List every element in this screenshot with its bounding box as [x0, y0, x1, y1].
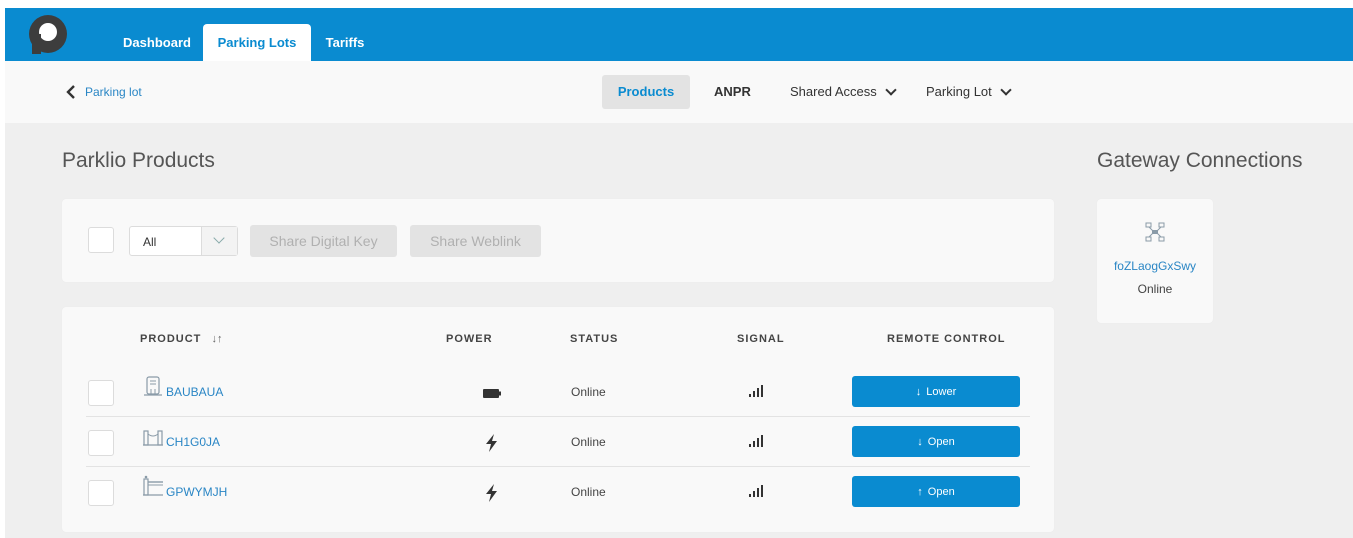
column-header-power: POWER: [446, 333, 493, 345]
row-checkbox[interactable]: [88, 480, 114, 506]
chain-icon: [143, 430, 163, 446]
signal-bars-icon: [749, 385, 763, 397]
remote-open-button[interactable]: ↓ Open: [852, 426, 1020, 457]
product-filter-value: All: [143, 235, 157, 249]
back-link[interactable]: Parking lot: [65, 81, 142, 103]
remote-button-label: Open: [927, 485, 955, 498]
chevron-down-icon: [885, 84, 897, 96]
page: Dashboard Parking Lots Tariffs Parking l…: [5, 8, 1353, 538]
column-header-status: STATUS: [570, 333, 619, 345]
subtab-products[interactable]: Products: [602, 75, 690, 109]
arrow-down-icon: ↓: [915, 385, 922, 398]
chevron-left-icon: [66, 85, 75, 99]
subtab-products-label: Products: [617, 84, 675, 99]
remote-lower-button[interactable]: ↓ Lower: [852, 376, 1020, 407]
signal-bars-icon: [749, 485, 763, 497]
products-table: PRODUCT ↓↑ POWER STATUS SIGNAL REMOTE CO…: [62, 307, 1054, 532]
remote-open-button[interactable]: ↑ Open: [852, 476, 1020, 507]
arrow-down-icon: ↓: [917, 435, 923, 448]
lightning-icon: [486, 484, 497, 502]
status-text: Online: [571, 435, 606, 449]
table-row: CH1G0JA Online ↓ Open: [86, 417, 1030, 467]
tab-tariffs[interactable]: Tariffs: [313, 24, 377, 61]
gateway-title: Gateway Connections: [1097, 149, 1303, 172]
arrow-up-icon: ↑: [917, 485, 923, 498]
table-row: GPWYMJH Online ↑ Open: [86, 467, 1030, 517]
subtab-anpr-label: ANPR: [714, 84, 751, 99]
sort-icon[interactable]: ↓↑: [211, 333, 222, 345]
status-text: Online: [571, 385, 606, 399]
sub-navigation-bar: Parking lot Products ANPR Shared Access …: [5, 61, 1353, 123]
tab-dashboard[interactable]: Dashboard: [109, 24, 205, 61]
subtab-shared-access-label: Shared Access: [790, 84, 877, 99]
select-all-checkbox[interactable]: [88, 227, 114, 253]
back-link-label: Parking lot: [85, 85, 142, 99]
subtab-shared-access[interactable]: Shared Access: [790, 75, 897, 109]
filter-toolbar: All Share Digital Key Share Weblink: [62, 199, 1054, 282]
top-navigation-bar: Dashboard Parking Lots Tariffs: [5, 8, 1353, 61]
share-digital-key-button[interactable]: Share Digital Key: [250, 225, 397, 257]
product-name: CH1G0JA: [166, 435, 221, 449]
signal-bars-icon: [749, 435, 763, 447]
column-header-product-label: PRODUCT: [140, 333, 202, 345]
product-filter-select[interactable]: All: [129, 226, 238, 256]
product-name: BAUBAUA: [166, 385, 224, 399]
boom-gate-icon: [143, 475, 163, 496]
share-weblink-button[interactable]: Share Weblink: [410, 225, 541, 257]
column-header-product[interactable]: PRODUCT ↓↑: [140, 333, 222, 345]
product-link[interactable]: CH1G0JA: [142, 425, 221, 449]
gateway-status: Online: [1137, 282, 1173, 296]
select-dropdown-button[interactable]: [201, 227, 237, 255]
subtab-parking-lot-label: Parking Lot: [926, 84, 992, 99]
subtab-anpr[interactable]: ANPR: [714, 75, 751, 109]
remote-button-label: Lower: [926, 385, 957, 398]
product-link[interactable]: BAUBAUA: [142, 375, 224, 399]
product-name: GPWYMJH: [166, 485, 228, 499]
table-row: BAUBAUA Online ↓ Lower: [86, 367, 1030, 417]
products-title: Parklio Products: [62, 149, 215, 172]
chevron-down-icon: [1000, 84, 1012, 96]
subtab-parking-lot[interactable]: Parking Lot: [926, 75, 1012, 109]
status-text: Online: [571, 485, 606, 499]
gateway-network-icon: [1145, 222, 1165, 242]
chevron-down-icon: [213, 232, 225, 244]
column-header-signal: SIGNAL: [737, 333, 785, 345]
column-header-remote-control: REMOTE CONTROL: [887, 333, 1006, 345]
row-checkbox[interactable]: [88, 380, 114, 406]
tab-parking-lots[interactable]: Parking Lots: [203, 24, 311, 61]
gateway-name-link[interactable]: foZLaogGxSwy: [1097, 259, 1213, 273]
remote-button-label: Open: [927, 435, 955, 448]
gateway-card: foZLaogGxSwy Online: [1097, 199, 1213, 323]
lightning-icon: [486, 434, 497, 452]
parklio-logo-icon[interactable]: [24, 12, 72, 58]
product-link[interactable]: GPWYMJH: [142, 475, 228, 499]
barrier-icon: [144, 376, 162, 396]
row-checkbox[interactable]: [88, 430, 114, 456]
battery-icon: [483, 389, 501, 398]
